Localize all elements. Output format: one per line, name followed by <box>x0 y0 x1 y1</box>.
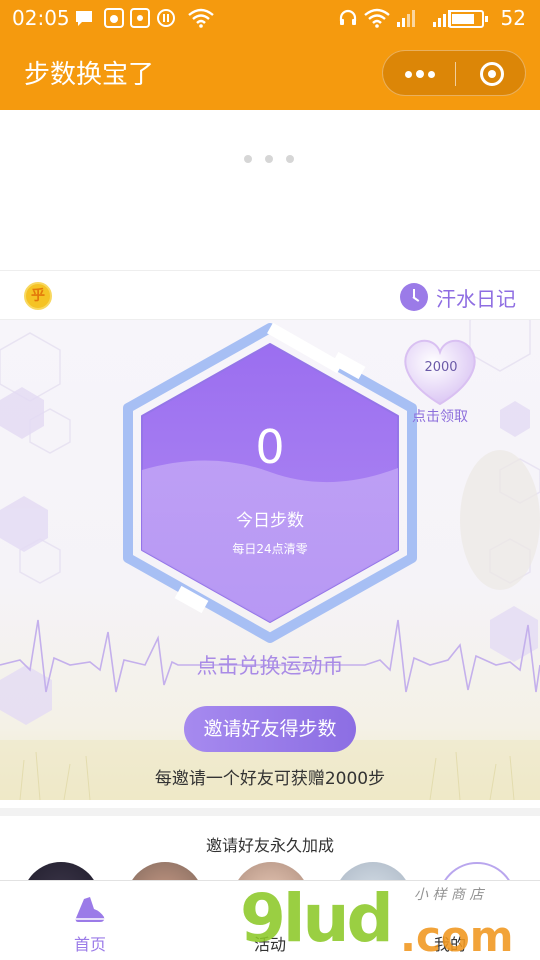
step-hero: 0 今日步数 每日24点清零 2000 点击领取 点击兑换运动币 邀请好友得步数… <box>0 320 540 800</box>
menu-capsule <box>382 50 526 96</box>
more-icon <box>405 71 412 78</box>
battery-icon <box>448 10 488 28</box>
shoe-icon <box>75 897 105 922</box>
diary-button[interactable]: 汗水日记 <box>400 283 516 311</box>
cellular-icon <box>397 10 415 27</box>
avatar[interactable] <box>334 862 412 880</box>
diary-label: 汗水日记 <box>436 286 516 311</box>
avatar[interactable] <box>126 862 204 880</box>
tab-mine[interactable]: 我的 <box>360 881 540 960</box>
tab-home[interactable]: 首页 <box>0 881 180 960</box>
wifi-icon <box>364 8 390 28</box>
status-bar: 02:05 52 <box>0 0 540 36</box>
status-time: 02:05 <box>12 6 70 30</box>
bonus-step-value: 2000 <box>424 360 458 375</box>
tab-bar: 首页 活动 我的 <box>0 880 540 960</box>
loading-indicator <box>244 155 304 165</box>
title-bar: 步数换宝了 <box>0 36 540 110</box>
invite-section: 邀请好友永久加成 <box>0 808 540 880</box>
tab-activity-label: 活动 <box>253 935 286 954</box>
headset-icon <box>339 9 357 25</box>
page-title: 步数换宝了 <box>24 60 155 90</box>
tab-home-label: 首页 <box>73 935 106 954</box>
more-button[interactable] <box>383 51 455 97</box>
runner-silhouette <box>460 450 540 590</box>
close-button[interactable] <box>456 51 527 97</box>
uc-icon <box>104 8 124 28</box>
bonus-claim-link[interactable]: 点击领取 <box>400 406 480 426</box>
pause-icon <box>157 9 175 27</box>
coin-icon[interactable]: 乎 <box>24 282 52 310</box>
avatar[interactable] <box>22 862 100 880</box>
wifi-icon <box>188 8 214 28</box>
tab-mine-label: 我的 <box>433 935 466 954</box>
info-row: 乎 汗水日记 <box>0 270 540 320</box>
add-friend-slot[interactable] <box>438 862 516 880</box>
signal-app-icon <box>130 8 150 28</box>
chat-icon <box>76 11 92 26</box>
invite-reward-note: 每邀请一个好友可获赠2000步 <box>154 769 386 789</box>
invite-section-title: 邀请好友永久加成 <box>205 836 334 855</box>
exchange-coin-link[interactable]: 点击兑换运动币 <box>150 650 390 680</box>
step-label: 今日步数 <box>236 511 304 531</box>
battery-level: 52 <box>500 6 526 30</box>
step-reset-note: 每日24点清零 <box>232 542 308 556</box>
step-count: 0 <box>255 420 285 474</box>
clock-icon <box>400 283 428 311</box>
tab-activity[interactable]: 活动 <box>180 881 360 960</box>
invite-friends-button[interactable]: 邀请好友得步数 <box>184 706 356 752</box>
avatar[interactable] <box>232 862 310 880</box>
